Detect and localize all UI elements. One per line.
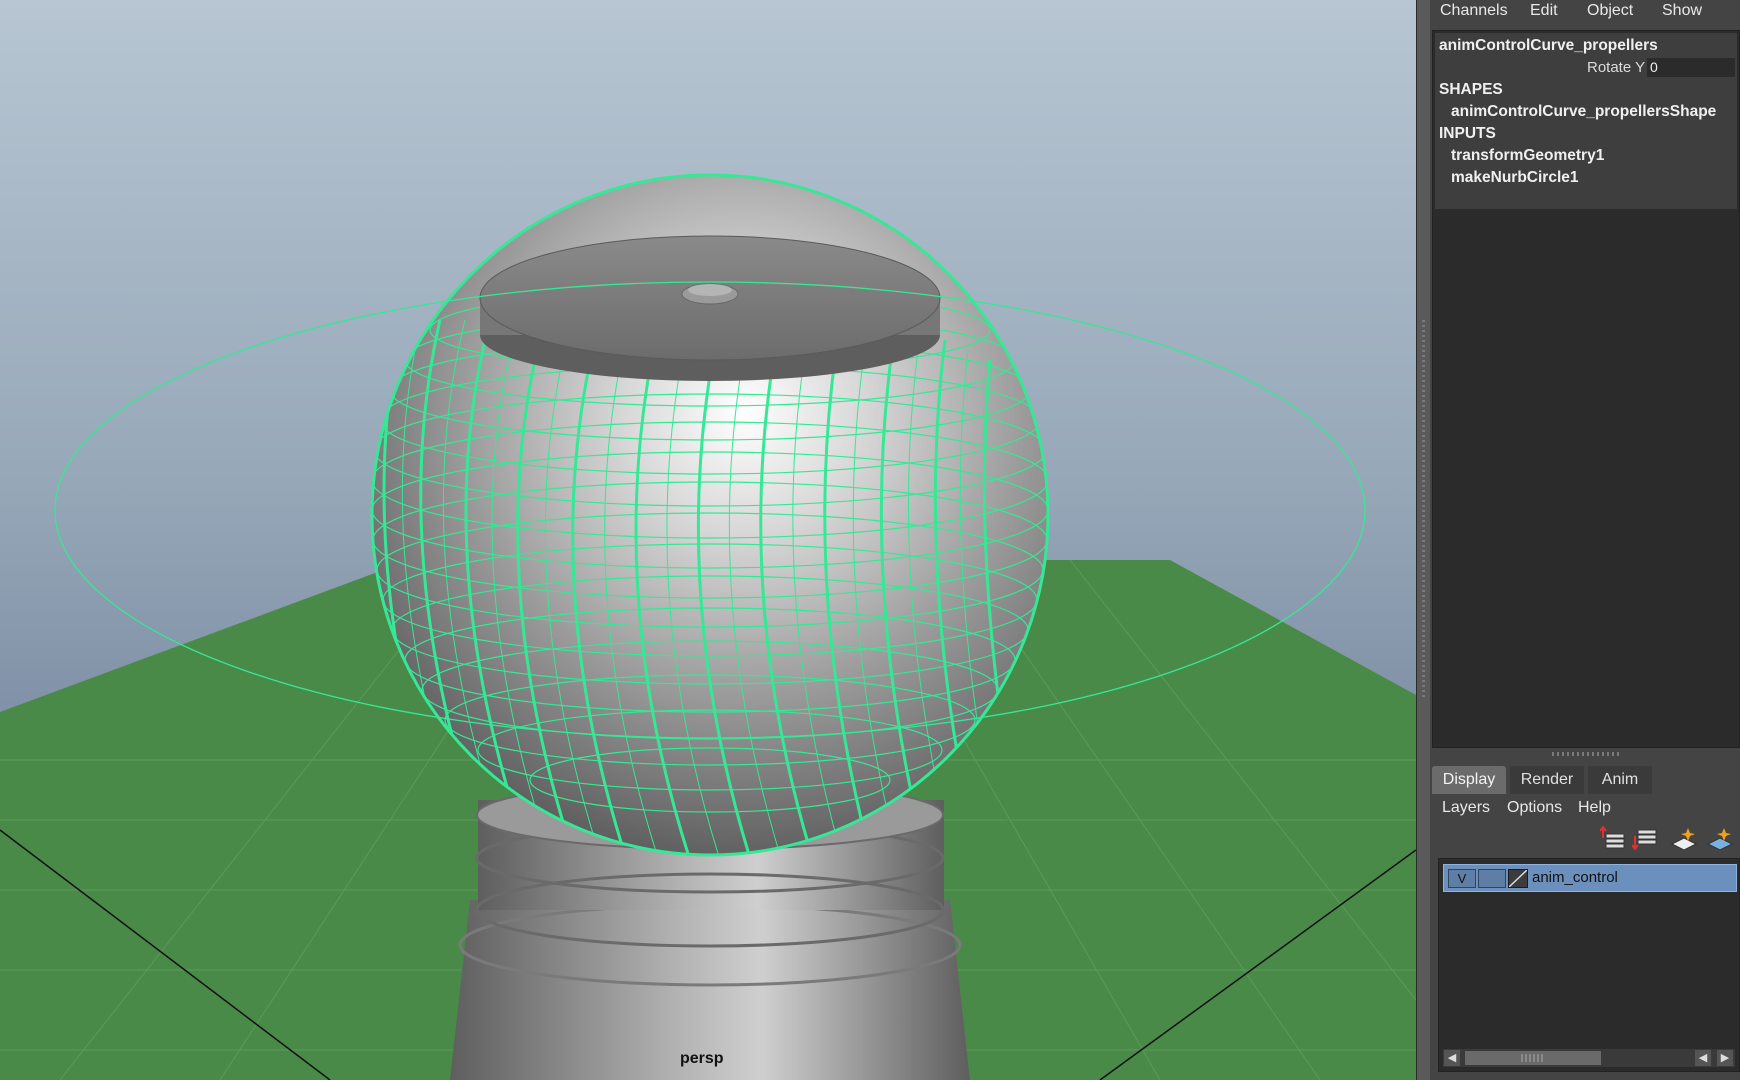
new-layer-icon[interactable] (1670, 826, 1698, 852)
shape-node[interactable]: animControlCurve_propellersShape (1451, 103, 1716, 121)
layer-list: V anim_control ◀ ◀ ▶ (1438, 858, 1740, 1072)
panel-separator[interactable] (1416, 0, 1431, 1080)
attribute-label-rotate-y[interactable]: Rotate Y (1587, 59, 1645, 76)
camera-label: persp (680, 1050, 724, 1067)
menu-options[interactable]: Options (1507, 799, 1562, 817)
channel-box-menubar: Channels Edit Object Show (1430, 0, 1740, 24)
menu-channels[interactable]: Channels (1440, 2, 1508, 20)
menu-edit[interactable]: Edit (1530, 2, 1558, 20)
channel-box-content: animControlCurve_propellers Rotate Y 0 S… (1435, 33, 1737, 209)
layer-row[interactable]: V anim_control (1443, 864, 1737, 892)
channel-box: animControlCurve_propellers Rotate Y 0 S… (1432, 30, 1740, 748)
menu-object[interactable]: Object (1587, 2, 1633, 20)
perspective-viewport[interactable]: persp (0, 0, 1416, 1080)
input-node[interactable]: transformGeometry1 (1451, 147, 1604, 165)
attribute-field-rotate-y[interactable]: 0 (1647, 58, 1735, 77)
layer-name[interactable]: anim_control (1532, 869, 1618, 886)
layer-list-scrollbar[interactable]: ◀ ◀ ▶ (1443, 1049, 1735, 1067)
viewport-scene[interactable] (0, 0, 1416, 1080)
menu-show[interactable]: Show (1662, 2, 1702, 20)
tab-render[interactable]: Render (1510, 766, 1584, 794)
shapes-header: SHAPES (1439, 81, 1503, 98)
new-layer-from-selected-icon[interactable] (1706, 826, 1734, 852)
tab-display[interactable]: Display (1432, 766, 1506, 794)
scroll-left-icon[interactable]: ◀ (1695, 1050, 1711, 1066)
move-layer-down-icon[interactable] (1632, 826, 1660, 852)
layer-color-slash-icon (1509, 870, 1527, 887)
layer-display-type-toggle[interactable] (1478, 869, 1506, 888)
layer-visibility-toggle[interactable]: V (1448, 869, 1476, 888)
inputs-header: INPUTS (1439, 125, 1496, 142)
menu-help[interactable]: Help (1578, 799, 1611, 817)
layer-color-swatch[interactable] (1508, 869, 1528, 888)
panel-splitter[interactable] (1552, 752, 1622, 756)
menu-layers[interactable]: Layers (1442, 799, 1490, 817)
scroll-right-icon[interactable]: ▶ (1717, 1050, 1733, 1066)
move-layer-up-icon[interactable] (1600, 826, 1628, 852)
tab-anim[interactable]: Anim (1588, 766, 1652, 794)
layer-toolbar (1600, 826, 1740, 854)
scrollbar-thumb[interactable] (1465, 1051, 1601, 1065)
channel-box-layer-editor: Channels Edit Object Show animControlCur… (1430, 0, 1740, 1080)
input-node[interactable]: makeNurbCircle1 (1451, 169, 1579, 187)
scroll-left-icon[interactable]: ◀ (1444, 1050, 1460, 1066)
turbine-cap (479, 235, 941, 381)
object-name[interactable]: animControlCurve_propellers (1439, 37, 1658, 55)
